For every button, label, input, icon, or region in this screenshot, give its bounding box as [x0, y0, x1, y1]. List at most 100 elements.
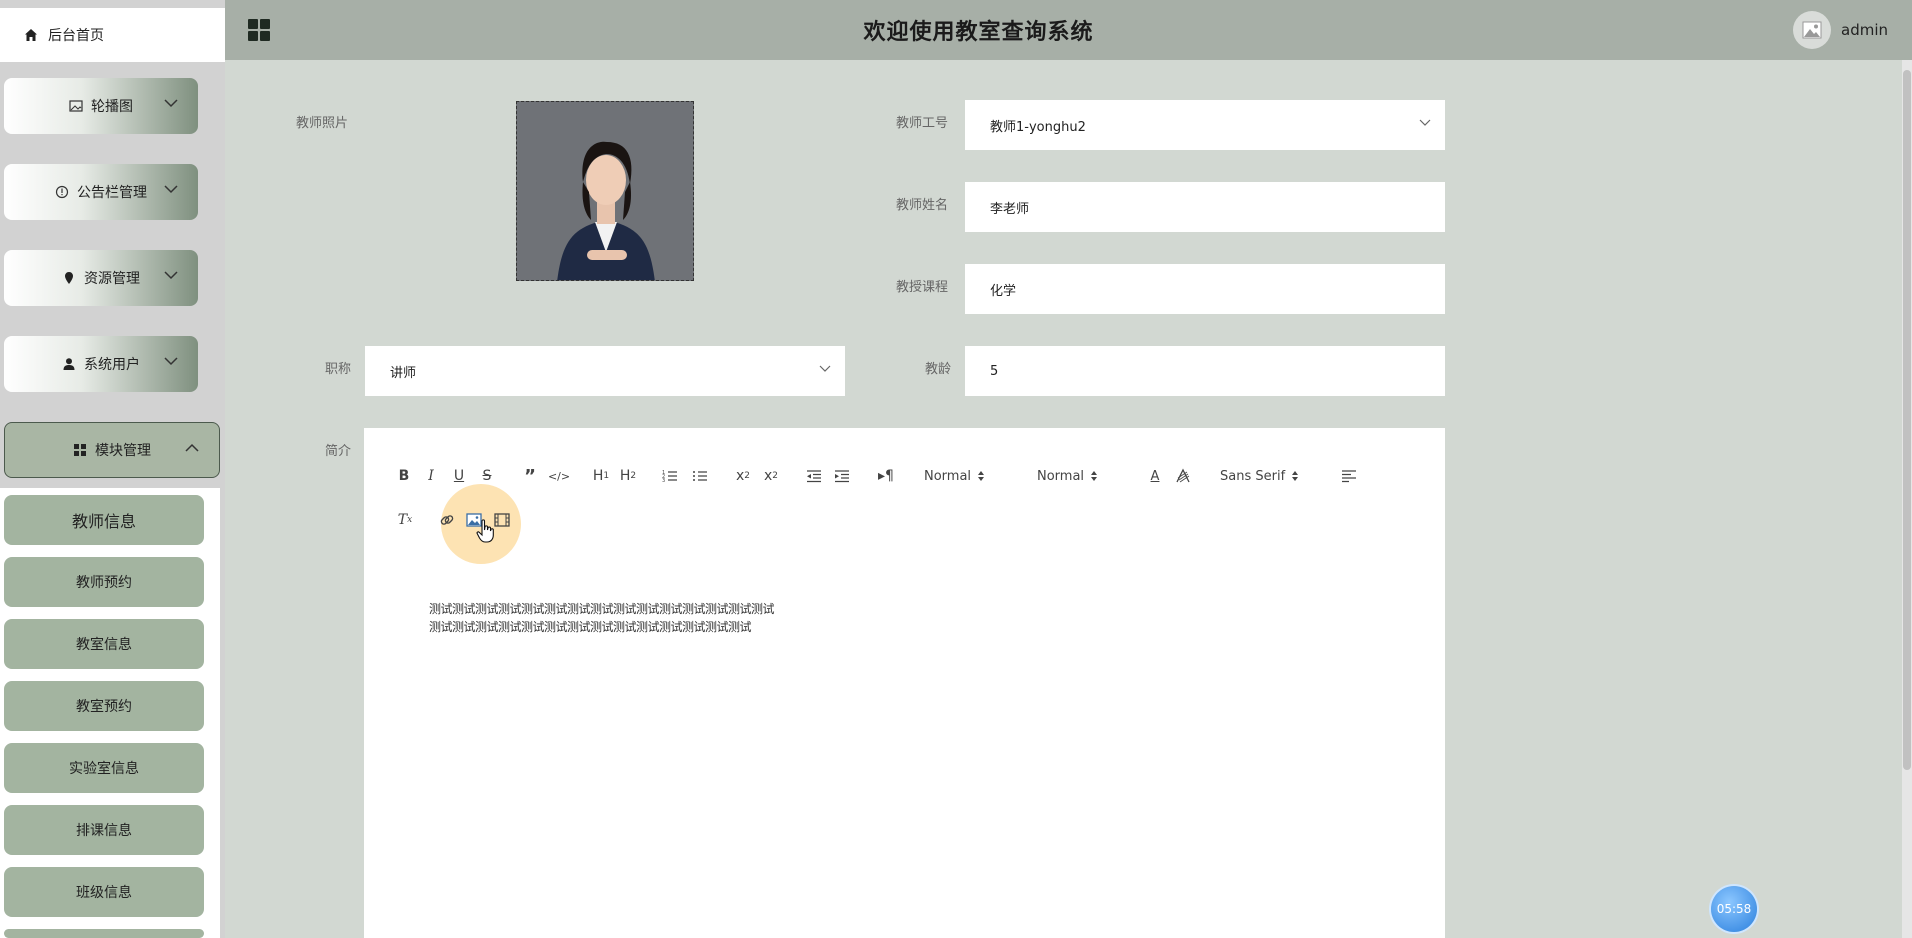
subscript-button[interactable]: x2: [733, 465, 753, 487]
chevron-down-icon: [164, 185, 178, 194]
font-select[interactable]: Sans Serif: [1220, 465, 1299, 487]
bullet-list-button[interactable]: [691, 465, 709, 487]
ordered-list-icon: 123: [662, 470, 677, 483]
header1-button[interactable]: H1: [591, 465, 611, 487]
submenu-item-teacher-booking[interactable]: 教师预约: [4, 557, 204, 607]
strike-button[interactable]: S: [479, 465, 495, 487]
title-label: 职称: [325, 362, 352, 377]
indent-icon: [835, 470, 849, 483]
clean-format-button[interactable]: Tx: [396, 509, 414, 531]
submenu-item-teacher-info[interactable]: 教师信息: [4, 495, 204, 545]
info-circle-icon: [55, 185, 69, 199]
page-title: 欢迎使用教室查询系统: [863, 20, 1094, 45]
sidebar-group-resources[interactable]: 资源管理: [4, 250, 198, 306]
teacher-id-label: 教师工号: [896, 116, 949, 131]
text-direction-button[interactable]: ▸¶: [876, 465, 896, 487]
chevron-down-icon: [164, 357, 178, 366]
sidebar: 后台首页 轮播图 公告栏管理 资源管理 系统用户 模块管理 教师信息 教师预约 …: [0, 0, 225, 938]
course-field[interactable]: 化学: [965, 264, 1445, 314]
submenu-item-lab-info[interactable]: 实验室信息: [4, 743, 204, 793]
scrollbar-thumb[interactable]: [1903, 70, 1911, 770]
sidebar-group-modules[interactable]: 模块管理: [4, 422, 220, 478]
chevron-down-icon: [164, 99, 178, 108]
size-select[interactable]: Normal: [1037, 465, 1098, 487]
updown-arrow-icon: [1091, 471, 1098, 481]
grid-icon: [74, 444, 86, 456]
background-color-icon: [1176, 468, 1190, 483]
title-select[interactable]: 讲师: [365, 346, 845, 396]
top-header: 欢迎使用教室查询系统 admin: [225, 0, 1912, 60]
underline-button[interactable]: U: [451, 465, 467, 487]
sidebar-group-label: 系统用户: [84, 357, 140, 373]
bold-button[interactable]: B: [396, 465, 412, 487]
teacher-name-label: 教师姓名: [896, 198, 949, 213]
updown-arrow-icon: [1292, 471, 1299, 481]
course-value: 化学: [990, 283, 1017, 299]
location-pin-icon: [65, 272, 73, 284]
svg-text:3: 3: [662, 478, 665, 483]
user-icon: [63, 358, 75, 370]
image-icon: [69, 100, 83, 112]
italic-button[interactable]: I: [423, 465, 439, 487]
sidebar-submenu: 教师信息 教师预约 教室信息 教室预约 实验室信息 排课信息 班级信息: [0, 488, 220, 938]
align-button[interactable]: [1340, 465, 1358, 487]
header-select-value: Normal: [924, 468, 972, 484]
course-label: 教授课程: [896, 280, 949, 295]
link-icon: [440, 515, 454, 525]
ordered-list-button[interactable]: 123: [661, 465, 679, 487]
outdent-button[interactable]: [805, 465, 823, 487]
font-select-value: Sans Serif: [1220, 468, 1286, 484]
submenu-item-more[interactable]: [4, 929, 204, 938]
outdent-icon: [807, 470, 821, 483]
intro-label: 简介: [325, 444, 352, 459]
sidebar-group-label: 模块管理: [95, 443, 151, 459]
background-color-button[interactable]: [1174, 465, 1192, 487]
teacher-id-select[interactable]: 教师1-yonghu2: [965, 100, 1445, 150]
sidebar-group-users[interactable]: 系统用户: [4, 336, 198, 392]
username: admin: [1841, 21, 1888, 39]
editor-content[interactable]: 测试测试测试测试测试测试测试测试测试测试测试测试测试测试测试 测试测试测试测试测…: [429, 600, 829, 636]
chevron-down-icon: [819, 365, 831, 372]
editor-content-line: 测试测试测试测试测试测试测试测试测试测试测试测试测试测试: [429, 620, 752, 634]
teacher-name-field[interactable]: 李老师: [965, 182, 1445, 232]
updown-arrow-icon: [978, 471, 985, 481]
code-block-button[interactable]: </>: [548, 465, 570, 487]
sidebar-group-label: 轮播图: [91, 99, 133, 115]
chevron-down-icon: [164, 271, 178, 280]
video-icon: [494, 513, 510, 527]
editor-content-line: 测试测试测试测试测试测试测试测试测试测试测试测试测试测试测试: [429, 602, 775, 616]
submenu-item-classroom-booking[interactable]: 教室预约: [4, 681, 204, 731]
teacher-name-value: 李老师: [990, 201, 1030, 217]
teaching-age-field[interactable]: 5: [965, 346, 1445, 396]
user-menu[interactable]: admin: [1793, 11, 1888, 49]
superscript-button[interactable]: x2: [761, 465, 781, 487]
submenu-item-class-info[interactable]: 班级信息: [4, 867, 204, 917]
chevron-down-icon: [1419, 119, 1431, 126]
link-button[interactable]: [438, 509, 456, 531]
timer-badge[interactable]: 05:58: [1711, 886, 1757, 932]
size-select-value: Normal: [1037, 468, 1085, 484]
sidebar-group-notice[interactable]: 公告栏管理: [4, 164, 198, 220]
photo-label: 教师照片: [296, 116, 349, 131]
teacher-id-value: 教师1-yonghu2: [990, 119, 1086, 135]
teaching-age-label: 教龄: [925, 362, 952, 377]
submenu-item-classroom-info[interactable]: 教室信息: [4, 619, 204, 669]
teacher-photo: [517, 102, 693, 280]
sidebar-home-link[interactable]: 后台首页: [0, 8, 225, 62]
sidebar-group-carousel[interactable]: 轮播图: [4, 78, 198, 134]
rich-text-editor[interactable]: [364, 428, 1445, 938]
align-left-icon: [1342, 470, 1356, 483]
avatar: [1793, 11, 1831, 49]
sidebar-group-label: 公告栏管理: [77, 185, 147, 201]
teaching-age-value: 5: [990, 363, 999, 379]
title-value: 讲师: [390, 365, 417, 381]
sidebar-group-label: 资源管理: [84, 271, 140, 287]
header-select[interactable]: Normal: [924, 465, 985, 487]
blockquote-button[interactable]: ”: [521, 465, 539, 487]
font-color-button[interactable]: A: [1147, 465, 1163, 487]
header2-button[interactable]: H2: [618, 465, 638, 487]
home-icon: [25, 29, 37, 41]
submenu-item-schedule-info[interactable]: 排课信息: [4, 805, 204, 855]
indent-button[interactable]: [833, 465, 851, 487]
teacher-photo-upload[interactable]: [516, 101, 694, 281]
